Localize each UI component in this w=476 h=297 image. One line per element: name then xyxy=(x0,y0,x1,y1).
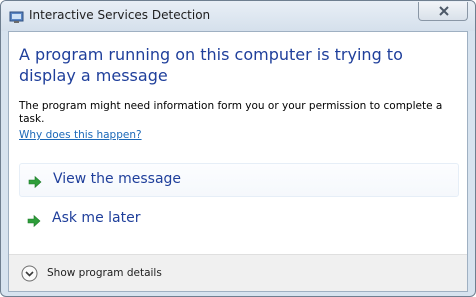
description-text: The program might need information form … xyxy=(19,100,443,125)
close-icon xyxy=(439,6,449,16)
title-bar[interactable]: Interactive Services Detection xyxy=(1,1,475,31)
dialog-window: Interactive Services Detection A program… xyxy=(0,0,476,297)
app-icon xyxy=(9,9,24,24)
chevron-down-icon[interactable] xyxy=(21,265,38,282)
green-arrow-icon xyxy=(28,174,42,189)
view-message-label: View the message xyxy=(53,171,182,187)
view-message-button[interactable]: View the message xyxy=(19,163,459,197)
ask-me-later-button[interactable]: Ask me later xyxy=(19,203,459,237)
main-instruction: A program running on this computer is tr… xyxy=(19,45,403,85)
show-program-details-label[interactable]: Show program details xyxy=(47,267,162,279)
green-arrow-icon xyxy=(27,213,41,228)
close-button[interactable] xyxy=(418,2,468,21)
why-does-this-happen-link[interactable]: Why does this happen? xyxy=(19,129,142,141)
ask-me-later-label: Ask me later xyxy=(52,210,141,226)
window-title: Interactive Services Detection xyxy=(29,8,211,22)
details-footer: Show program details xyxy=(9,254,467,291)
dialog-content: A program running on this computer is tr… xyxy=(8,31,468,292)
